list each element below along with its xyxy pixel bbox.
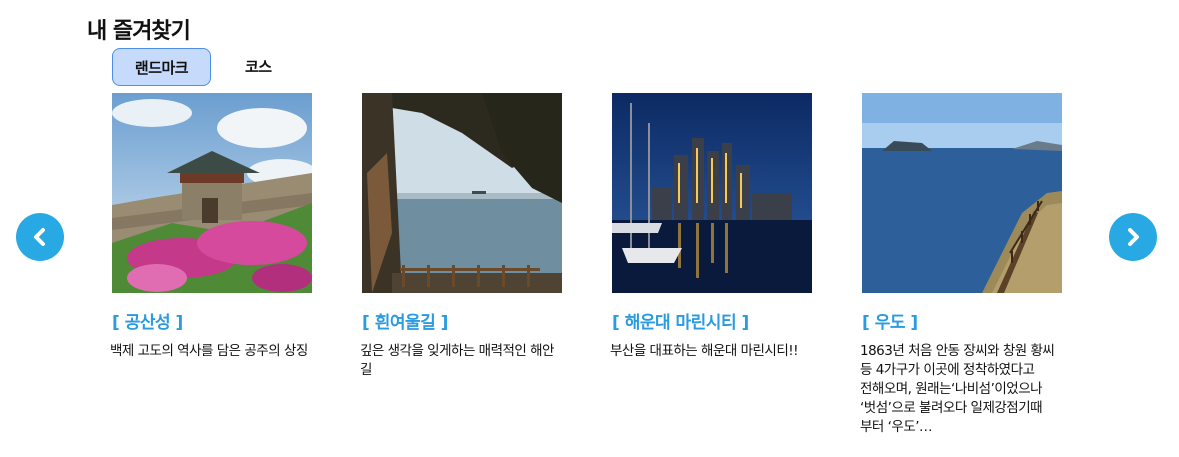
card-image [612, 93, 812, 293]
card-description: 백제 고도의 역사를 담은 공주의 상징 [110, 343, 308, 359]
landmark-card[interactable]: [ 우도 ] 1863년 처음 안동 장씨와 창원 황씨 등 4가구가 이곳에 … [860, 93, 1062, 437]
card-title[interactable]: [ 공산성 ] [112, 312, 312, 334]
page-title: 내 즐겨찾기 [87, 19, 191, 44]
card-title[interactable]: [ 해운대 마린시티 ] [612, 312, 812, 334]
chevron-left-icon [34, 228, 45, 246]
landmark-card[interactable]: [ 흰여울길 ] 깊은 생각을 잊게하는 매력적인 해안 길 [360, 93, 562, 380]
card-description: 부산을 대표하는 해운대 마린시티!! [610, 343, 799, 359]
landmark-card[interactable]: [ 해운대 마린시티 ] 부산을 대표하는 해운대 마린시티!! [610, 93, 812, 361]
card-description: 깊은 생각을 잊게하는 매력적인 해안 길 [360, 343, 554, 378]
tab-bar: 랜드마크 코스 [112, 48, 272, 86]
carousel-next-button[interactable] [1109, 213, 1157, 261]
card-image [862, 93, 1062, 293]
card-title[interactable]: [ 흰여울길 ] [362, 312, 562, 334]
card-title[interactable]: [ 우도 ] [862, 312, 1062, 334]
card-image [362, 93, 562, 293]
carousel-prev-button[interactable] [16, 213, 64, 261]
card-description: 1863년 처음 안동 장씨와 창원 황씨 등 4가구가 이곳에 정착하였다고 … [860, 343, 1055, 435]
tab-landmark[interactable]: 랜드마크 [112, 48, 211, 86]
landmark-card[interactable]: [ 공산성 ] 백제 고도의 역사를 담은 공주의 상징 [110, 93, 312, 361]
chevron-right-icon [1128, 228, 1139, 246]
tab-course[interactable]: 코스 [245, 48, 272, 86]
card-image [112, 93, 312, 293]
